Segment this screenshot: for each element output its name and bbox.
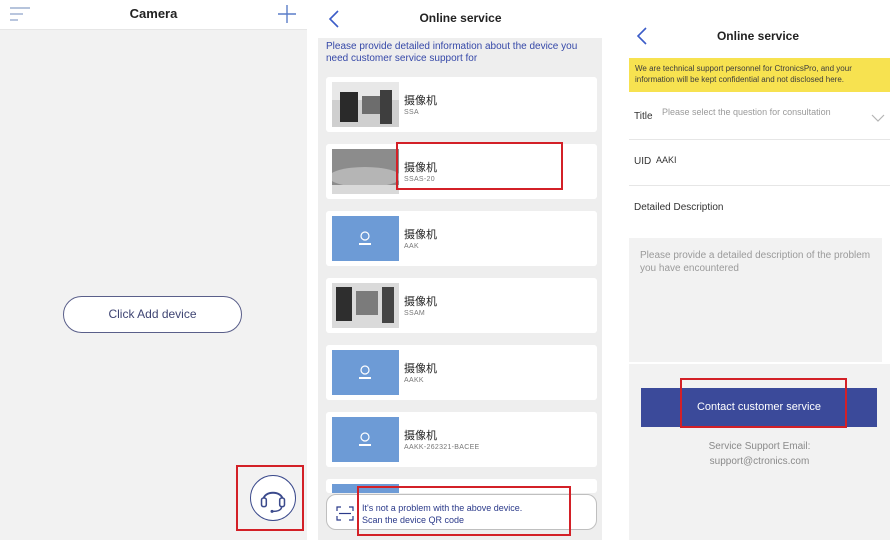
device-id: AAKK-262321-BACEE (404, 444, 480, 451)
device-name: 摄像机 (404, 430, 437, 442)
device-card[interactable]: 摄像机 SSAM (326, 278, 597, 333)
headset-icon[interactable] (250, 475, 296, 521)
device-select-screen: Online service Please provide detailed i… (307, 0, 614, 540)
device-card[interactable]: 摄像机 AAKK (326, 345, 597, 400)
uid-value: AAKI (656, 155, 677, 165)
add-device-button[interactable]: Click Add device (63, 296, 242, 333)
scan-icon (336, 506, 354, 521)
title-placeholder: Please select the question for consultat… (662, 107, 831, 117)
device-name: 摄像机 (404, 229, 437, 241)
device-thumbnail (332, 417, 399, 462)
title-label: Title (634, 111, 653, 122)
device-card[interactable]: 摄像机 AAKK-262321-BACEE (326, 412, 597, 467)
description-label: Detailed Description (634, 202, 724, 213)
device-id: SSA (404, 109, 419, 116)
service-form-screen: Online service We are technical support … (623, 0, 893, 540)
page-title: Online service (419, 11, 502, 25)
uid-label: UID (634, 156, 652, 167)
device-name: 摄像机 (404, 296, 437, 308)
page-title: Online service (716, 29, 800, 43)
device-id: AAK (404, 243, 419, 250)
plus-icon[interactable] (277, 4, 297, 24)
device-thumbnail (332, 82, 399, 127)
support-email: Service Support Email: support@ctronics.… (629, 439, 890, 469)
camera-screen: Camera Click Add device (0, 0, 307, 540)
highlight-box-device (396, 142, 563, 190)
highlight-box-qr (357, 486, 571, 536)
privacy-notice: We are technical support personnel for C… (629, 58, 890, 92)
device-thumbnail (332, 216, 399, 261)
device-thumbnail (332, 149, 399, 194)
device-id: AAKK (404, 377, 424, 384)
description-textarea[interactable]: Please provide a detailed description of… (629, 238, 882, 362)
instruction-text: Please provide detailed information abou… (326, 41, 578, 64)
camera-header: Camera (0, 0, 307, 30)
device-thumbnail (332, 283, 399, 328)
title-field[interactable]: Title Please select the question for con… (629, 96, 890, 140)
chevron-down-icon[interactable] (871, 113, 885, 123)
device-select-header: Online service (307, 0, 614, 38)
device-name: 摄像机 (404, 363, 437, 375)
support-email-label: Service Support Email: (708, 441, 811, 452)
page-title: Camera (129, 6, 178, 21)
device-card[interactable]: 摄像机 SSA (326, 77, 597, 132)
device-name: 摄像机 (404, 95, 437, 107)
device-card[interactable]: 摄像机 AAK (326, 211, 597, 266)
description-label-row: Detailed Description (629, 186, 890, 230)
support-email-value[interactable]: support@ctronics.com (629, 454, 890, 469)
device-id: SSAM (404, 310, 426, 317)
highlight-box-contact (680, 378, 847, 428)
device-thumbnail (332, 350, 399, 395)
